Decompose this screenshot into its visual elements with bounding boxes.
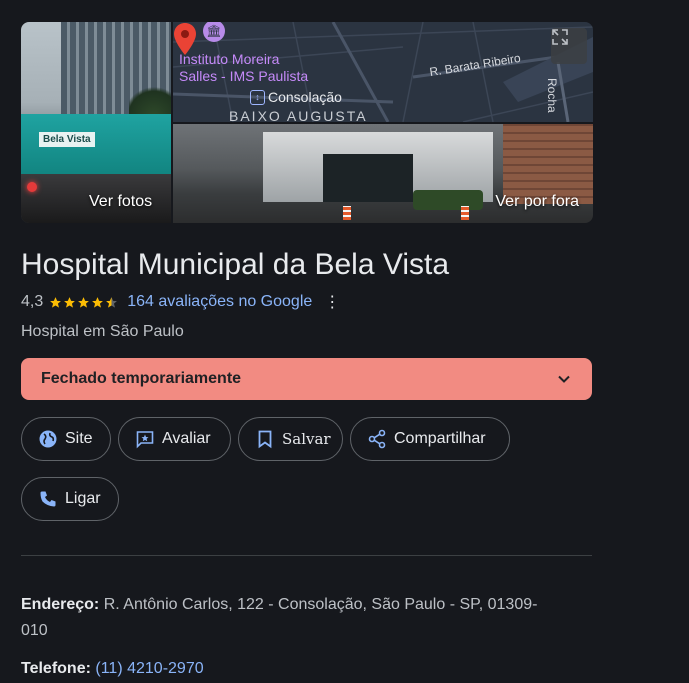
save-button[interactable]: Salvar [238,417,343,461]
call-button[interactable]: Ligar [21,477,119,521]
rating-row: 4,3 164 avaliações no Google ⋮ [21,292,340,312]
address-label: Endereço: [21,596,100,613]
see-photos-label[interactable]: Ver fotos [89,193,152,211]
cone-image [461,206,469,220]
plants-image [413,190,483,210]
globe-icon [39,430,57,448]
share-button[interactable]: Compartilhar [350,417,510,461]
phone-icon [40,491,56,507]
reviews-link[interactable]: 164 avaliações no Google [127,293,312,311]
photo-gallery: Bela Vista Ver fotos 🏛 Instituto Moreira… [21,22,593,223]
share-icon [368,429,386,449]
expand-map-button[interactable] [551,28,587,64]
photo-street-view[interactable]: Ver por fora [173,124,593,223]
address-section: Endereço: R. Antônio Carlos, 122 - Conso… [21,592,596,644]
star-icon [78,296,90,308]
phone-link[interactable]: (11) 4210-2970 [95,660,203,677]
cone-image [343,206,351,220]
star-icon [50,296,62,308]
see-outside-label[interactable]: Ver por fora [495,193,579,211]
traffic-light [27,182,37,192]
save-label: Salvar [282,430,331,448]
metro-label: Consolação [268,89,342,105]
metro-icon: ↕ [250,89,265,105]
bookmark-icon [258,430,272,449]
site-label: Site [65,430,93,447]
page-title: Hospital Municipal da Bela Vista [21,248,450,281]
phone-section: Telefone: (11) 4210-2970 [21,656,596,682]
star-rating [49,296,119,309]
review-label: Avaliar [162,430,211,447]
more-options-icon[interactable]: ⋮ [324,292,340,312]
section-divider [21,555,592,556]
rating-value: 4,3 [21,293,44,310]
brick-wall-image [503,124,593,204]
rate-review-icon [136,431,154,449]
place-category: Hospital em São Paulo [21,323,184,340]
address-value-cont: 010 [21,622,48,639]
site-button[interactable]: Site [21,417,111,461]
location-pin-icon [174,23,196,55]
chevron-down-icon [558,375,570,383]
poi-label-line2: Salles - IMS Paulista [179,68,309,84]
sign-text: Bela Vista [39,132,95,147]
knowledge-panel: Bela Vista Ver fotos 🏛 Instituto Moreira… [0,0,689,683]
street-label-rocha: Rocha [545,78,559,113]
call-label: Ligar [65,490,101,507]
metro-station: ↕ Consolação [250,89,342,105]
entrance-image [323,154,413,202]
phone-label: Telefone: [21,660,91,677]
expand-icon [552,29,568,45]
district-label: BAIXO AUGUSTA [229,108,368,122]
map-thumbnail[interactable]: 🏛 Instituto Moreira Salles - IMS Paulist… [173,22,593,122]
review-button[interactable]: Avaliar [118,417,231,461]
star-icon [92,296,104,308]
star-half-icon [106,296,118,308]
star-icon [64,296,76,308]
address-value: R. Antônio Carlos, 122 - Consolação, São… [103,596,538,613]
share-label: Compartilhar [394,430,486,447]
photo-exterior[interactable]: Bela Vista Ver fotos [21,22,171,223]
status-label: Fechado temporariamente [41,370,242,387]
status-banner[interactable]: Fechado temporariamente [21,358,592,400]
